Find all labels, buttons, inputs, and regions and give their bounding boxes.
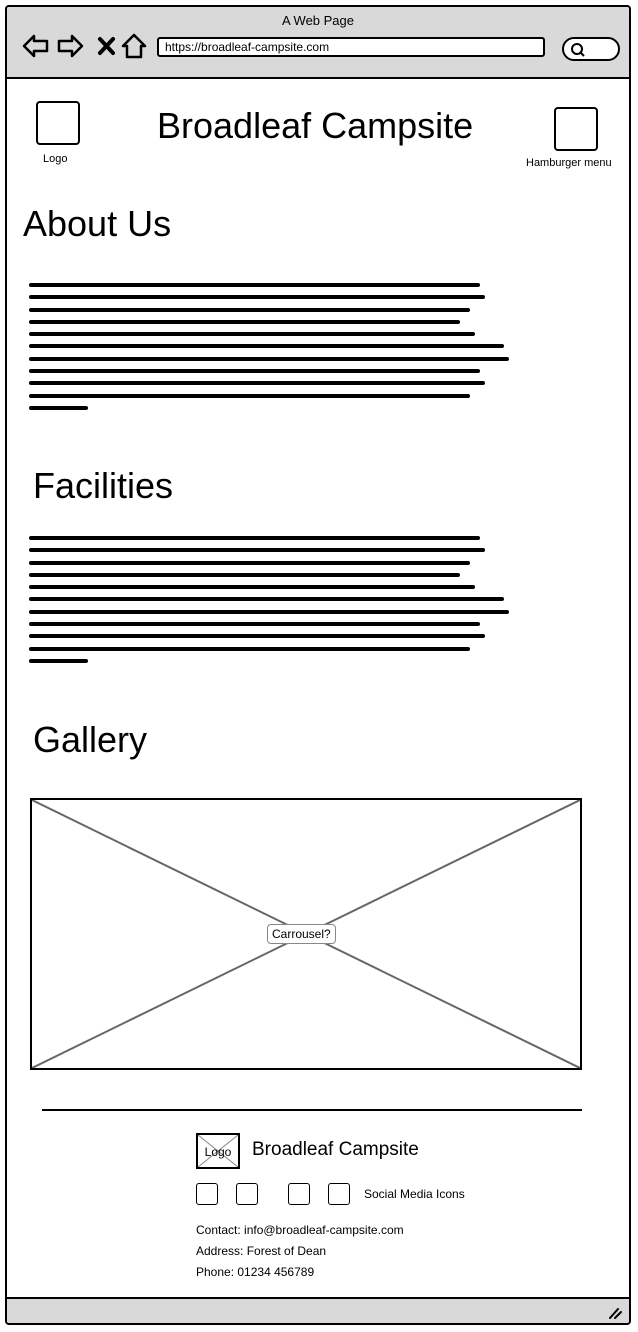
logo-placeholder[interactable] (36, 101, 80, 145)
browser-toolbar: A Web Page https://broadleaf-campsite.co… (7, 7, 629, 79)
social-icon-4[interactable] (328, 1183, 350, 1205)
about-text-placeholder (29, 283, 519, 418)
footer-logo-label: Logo (204, 1145, 232, 1159)
search-icon (571, 43, 585, 57)
resize-handle-icon[interactable] (607, 1305, 623, 1319)
url-bar[interactable]: https://broadleaf-campsite.com (157, 37, 545, 57)
window-title: A Web Page (281, 13, 355, 28)
about-heading: About Us (23, 203, 172, 244)
social-media-label: Social Media Icons (364, 1187, 465, 1201)
social-icon-3[interactable] (288, 1183, 310, 1205)
hamburger-menu-button[interactable] (554, 107, 598, 151)
contact-email[interactable]: Contact: info@broadleaf-campsite.com (196, 1223, 404, 1237)
gallery-heading: Gallery (33, 719, 148, 760)
footer-site-title: Broadleaf Campsite (252, 1139, 419, 1160)
search-button[interactable] (562, 37, 620, 61)
logo-label: Logo (43, 153, 68, 165)
contact-address: Address: Forest of Dean (196, 1244, 327, 1258)
contact-phone: Phone: 01234 456789 (196, 1265, 315, 1279)
browser-window: A Web Page https://broadleaf-campsite.co… (5, 5, 631, 1325)
social-icon-1[interactable] (196, 1183, 218, 1205)
carousel-label: Carrousel? (267, 924, 336, 944)
hamburger-menu-label: Hamburger menu (526, 157, 612, 169)
social-icon-2[interactable] (236, 1183, 258, 1205)
footer-divider (42, 1109, 582, 1112)
browser-status-bar (7, 1297, 629, 1323)
forward-arrow-icon[interactable] (55, 31, 85, 61)
home-icon[interactable] (119, 31, 149, 61)
facilities-text-placeholder (29, 536, 519, 671)
footer-logo-placeholder[interactable]: Logo (196, 1133, 240, 1169)
facilities-heading: Facilities (33, 465, 174, 506)
site-title: Broadleaf Campsite (157, 105, 474, 146)
back-arrow-icon[interactable] (21, 31, 51, 61)
